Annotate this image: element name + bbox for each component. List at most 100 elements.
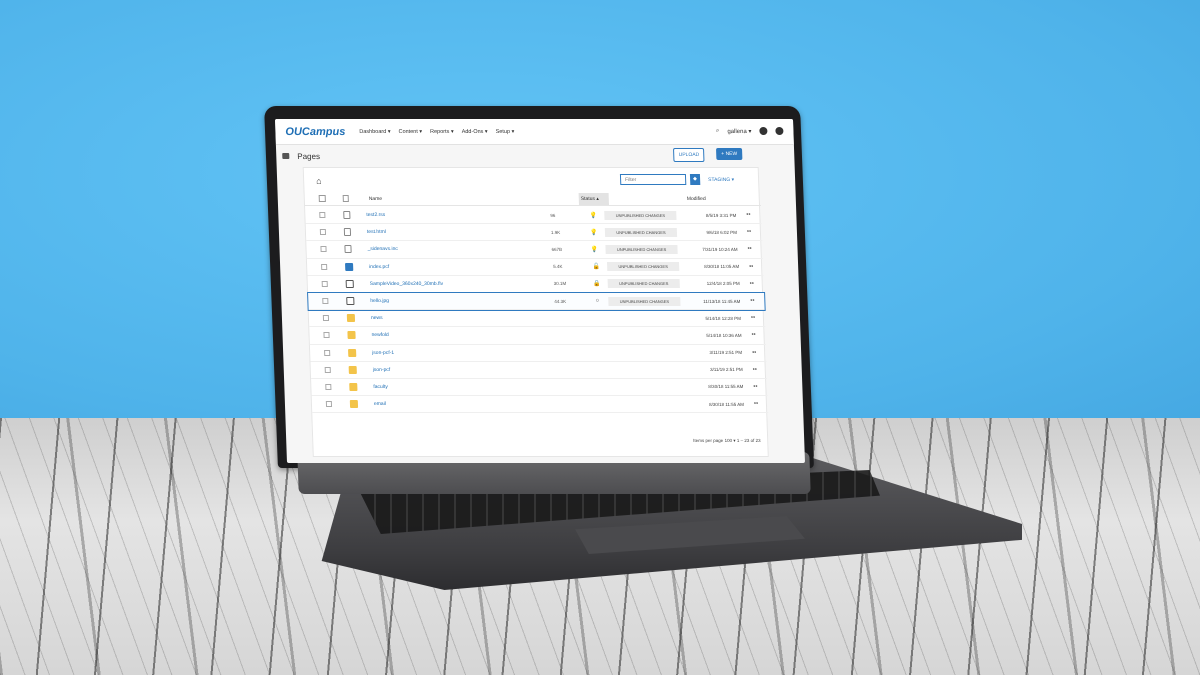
row-name[interactable]: _sidenavs.inc [367,246,551,252]
table-row[interactable]: SampleVideo_360x240_30mb.flv 30.1M 🔒 UNPUBL… [307,275,765,293]
row-size: 44.3K [554,298,567,304]
file-icon [343,211,351,220]
nav-setup[interactable]: Setup ▾ [496,129,515,135]
row-name[interactable]: test2.rss [366,212,550,218]
upload-button[interactable]: UPLOAD [673,148,705,162]
row-checkbox[interactable] [320,246,327,253]
row-actions-button[interactable]: •• [753,384,757,390]
row-modified: 11/13/18 11:45 AM [703,298,741,304]
row-actions-button[interactable]: •• [752,350,756,356]
row-modified: 5/14/18 12:28 PM [705,315,742,321]
row-modified: 12/4/18 2:05 PM [706,281,740,287]
row-actions-button[interactable]: •• [750,298,754,304]
row-actions-button[interactable]: •• [746,212,750,218]
folder-icon [347,331,356,340]
table-row[interactable]: test.html 1.9K 💡 UNPUBLISHED CHANGES 9/6/18 … [305,224,763,242]
row-name[interactable]: news [371,315,555,321]
laptop-screen: OUCampus Dashboard ▾ Content ▾ Reports ▾… [274,119,806,463]
row-checkbox[interactable] [324,349,331,356]
table-header: Name Status ▴ Modified [304,192,762,206]
table-row[interactable]: _sidenavs.inc 667B 💡 UNPUBLISHED CHANGES 7/3… [306,241,763,259]
search-icon[interactable]: ⌕ [716,128,720,135]
staging-dropdown[interactable]: STAGING ▾ [708,177,734,183]
row-checkbox[interactable] [321,280,328,287]
row-name[interactable]: email [374,401,558,407]
table-row[interactable]: faculty 8/30/18 11:55 AM •• [311,378,768,397]
pagination: Items per page 100 ▾ 1 – 23 of 23 [693,438,761,444]
new-button[interactable]: + NEW [716,148,743,160]
table-row[interactable]: json-pcf 3/11/19 2:51 PM •• [310,361,768,379]
column-modified[interactable]: Modified [687,196,706,202]
row-size: 1.9K [550,229,561,235]
row-checkbox[interactable] [322,298,329,305]
table-row[interactable]: json-pcf-1 3/11/19 2:51 PM •• [309,344,767,362]
row-size: 30.1M [553,281,567,287]
row-checkbox[interactable] [323,332,330,339]
column-name[interactable]: Name [369,196,579,202]
status-badge: UNPUBLISHED CHANGES [604,227,678,237]
table-row[interactable]: news 5/14/18 12:28 PM •• [308,310,766,328]
folder-tree-icon[interactable] [282,153,290,159]
status-badge [609,316,681,320]
row-checkbox[interactable] [325,383,332,390]
row-actions-button[interactable]: •• [751,332,755,338]
pages-header: Pages UPLOAD + NEW [276,146,795,166]
row-checkbox[interactable] [321,263,328,270]
row-modified: 5/14/18 10:36 AM [706,332,742,338]
table-row[interactable]: email 8/30/18 11:55 AM •• [311,396,769,414]
home-icon[interactable]: ⌂ [316,176,322,186]
row-checkbox[interactable] [319,229,327,236]
items-per-page-select[interactable]: 100 ▾ [724,438,735,443]
row-name[interactable]: hello.jpg [370,298,554,304]
table-row[interactable]: index.pcf 5.4K 🔓 UNPUBLISHED CHANGES 8/30/18… [306,258,764,276]
row-modified: 3/11/19 2:51 PM [709,367,743,373]
row-size: 96 [550,212,556,218]
row-checkbox[interactable] [319,212,326,219]
table-row[interactable]: test2.rss 96 💡 UNPUBLISHED CHANGES 8/5/19 3:… [305,207,762,225]
account-icon[interactable] [759,127,768,135]
status-badge [611,385,683,389]
folder-icon [349,400,359,409]
row-name[interactable]: json-pcf-1 [372,350,556,356]
row-checkbox[interactable] [325,401,333,408]
row-actions-button[interactable]: •• [747,246,751,252]
row-name[interactable]: index.pcf [369,264,553,270]
row-checkbox[interactable] [322,315,330,322]
nav-dashboard[interactable]: Dashboard ▾ [359,129,390,135]
folder-icon [346,314,356,323]
row-checkbox[interactable] [324,366,331,373]
row-actions-button[interactable]: •• [751,315,755,321]
row-modified: 8/30/18 11:05 AM [704,264,740,270]
row-size: 667B [551,246,563,252]
row-name[interactable]: faculty [373,384,557,390]
nav-content[interactable]: Content ▾ [398,129,422,135]
row-actions-button[interactable]: •• [753,367,757,373]
table-row[interactable]: newfold 5/14/18 10:36 AM •• [309,327,766,345]
row-actions-button[interactable]: •• [754,401,758,407]
lightbulb-outline-icon: ○ [595,298,600,305]
file-browser-panel: ⌂ Filter ◆ STAGING ▾ Name Status ▴ Modif… [302,167,769,457]
tag-filter-button[interactable]: ◆ [689,174,701,185]
app-logo[interactable]: OUCampus [285,126,345,138]
page-title: Pages [297,151,321,161]
row-name[interactable]: SampleVideo_360x240_30mb.flv [370,281,554,287]
nav-add-ons[interactable]: Add-Ons ▾ [462,129,488,135]
nav-reports[interactable]: Reports ▾ [430,129,454,135]
row-name[interactable]: test.html [367,229,551,235]
row-actions-button[interactable]: •• [750,281,754,287]
page-range: 1 – 23 of 23 [736,438,761,443]
column-status[interactable]: Status ▴ [578,192,609,205]
filter-input[interactable]: Filter [619,174,687,185]
help-icon[interactable] [775,127,784,135]
select-all-checkbox[interactable] [318,195,326,202]
row-actions-button[interactable]: •• [749,264,753,270]
status-badge [612,402,684,406]
media-file-icon [346,297,355,306]
media-file-icon [345,279,354,288]
table-row[interactable]: hello.jpg 44.3K ○ UNPUBLISHED CHANGES 11/13/… [307,291,766,312]
row-name[interactable]: json-pcf [373,367,557,373]
unlock-icon: 🔓 [592,264,601,271]
row-actions-button[interactable]: •• [747,229,751,235]
row-name[interactable]: newfold [371,332,555,338]
user-menu[interactable]: gallena ▾ [727,128,751,135]
